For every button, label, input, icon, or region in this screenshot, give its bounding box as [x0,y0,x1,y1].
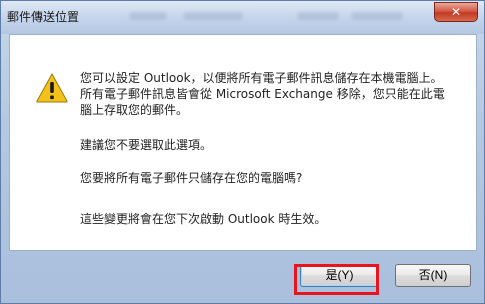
dialog-window: 郵件傳送位置 ✕ 您可以設定 Outlook，以便將所有電子郵件訊息儲存在本機電… [0,0,485,304]
close-icon: ✕ [450,5,462,19]
highlight-box [294,264,379,295]
blurred-background-text [351,12,403,20]
blurred-background-text [297,12,339,20]
message-paragraph-2: 建議您不要選取此選項。 [80,138,213,152]
message-paragraph-4: 這些變更將會在您下次啟動 Outlook 時生效。 [80,212,327,226]
title-bar[interactable]: 郵件傳送位置 ✕ [1,1,484,34]
dialog-title: 郵件傳送位置 [7,10,80,24]
message-paragraph-1: 您可以設定 Outlook，以便將所有電子郵件訊息儲存在本機電腦上。所有電子郵件… [80,71,445,117]
dialog-content: 您可以設定 Outlook，以便將所有電子郵件訊息儲存在本機電腦上。所有電子郵件… [9,34,477,251]
blurred-background-text [129,12,167,20]
blurred-background-text [183,12,243,20]
warning-icon [36,73,68,103]
button-bar: 是(Y) 否(N) [9,250,475,300]
close-button[interactable]: ✕ [434,2,478,22]
message-paragraph-3: 您要將所有電子郵件只儲存在您的電腦嗎? [80,171,303,185]
no-button[interactable]: 否(N) [395,264,471,287]
